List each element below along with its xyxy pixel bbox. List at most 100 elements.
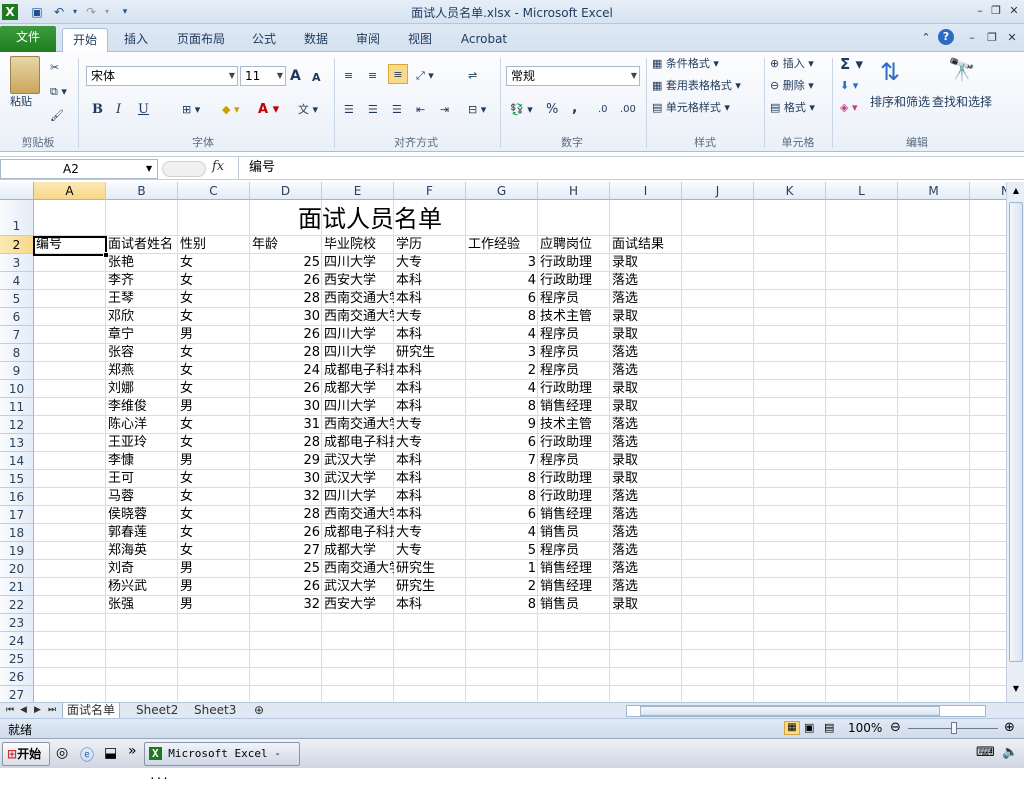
table-cell[interactable]: 程序员 (538, 344, 610, 362)
column-header-n[interactable]: N (970, 182, 1006, 200)
table-cell[interactable]: 录取 (610, 380, 682, 398)
format-as-table-button[interactable]: ▦ 套用表格格式 ▾ (652, 76, 741, 96)
table-cell[interactable]: 落选 (610, 524, 682, 542)
table-cell[interactable]: 落选 (610, 542, 682, 560)
ie-icon[interactable]: ⓔ (80, 745, 94, 765)
taskbar-excel-button[interactable]: X Microsoft Excel - ... (144, 742, 300, 782)
table-cell[interactable]: 本科 (394, 272, 466, 290)
table-cell[interactable]: 武汉大学 (322, 452, 394, 470)
underline-button[interactable]: U (138, 100, 149, 120)
table-cell[interactable]: 程序员 (538, 452, 610, 470)
table-cell[interactable]: 张艳 (106, 254, 178, 272)
row-header-3[interactable]: 3 (0, 254, 34, 272)
table-cell[interactable]: 落选 (610, 578, 682, 596)
find-select-button[interactable]: 查找和选择 (932, 92, 992, 112)
row-header-22[interactable]: 22 (0, 596, 34, 614)
normal-view-icon[interactable]: ▦ (784, 721, 800, 735)
table-cell[interactable]: 西南交通大学 (322, 290, 394, 308)
start-button[interactable]: ⊞开始 (2, 742, 50, 766)
table-cell[interactable]: 章宁 (106, 326, 178, 344)
table-cell[interactable]: 女 (178, 362, 250, 380)
table-cell[interactable]: 成都大学 (322, 380, 394, 398)
row-header-27[interactable]: 27 (0, 686, 34, 702)
column-header-m[interactable]: M (898, 182, 970, 200)
table-cell[interactable]: 刘娜 (106, 380, 178, 398)
workbook-minimize-icon[interactable]: – (964, 30, 980, 46)
table-cell[interactable]: 4 (466, 326, 538, 344)
delete-cells-button[interactable]: ⊖ 删除 ▾ (770, 76, 814, 96)
table-cell[interactable]: 落选 (610, 416, 682, 434)
table-cell[interactable]: 销售经理 (538, 398, 610, 416)
row-header-5[interactable]: 5 (0, 290, 34, 308)
table-cell[interactable]: 26 (250, 380, 322, 398)
chevron-down-icon[interactable]: ▼ (229, 67, 235, 85)
font-color-icon[interactable]: A ▾ (258, 100, 279, 120)
table-cell[interactable]: 李慷 (106, 452, 178, 470)
table-cell[interactable]: 录取 (610, 398, 682, 416)
table-cell[interactable]: 28 (250, 506, 322, 524)
column-header-i[interactable]: I (610, 182, 682, 200)
row-header-2[interactable]: 2 (0, 236, 34, 254)
row-header-11[interactable]: 11 (0, 398, 34, 416)
table-cell[interactable]: 四川大学 (322, 344, 394, 362)
tab-insert[interactable]: 插入 (114, 28, 158, 52)
increase-decimal-button[interactable]: .0 (598, 100, 608, 120)
row-header-19[interactable]: 19 (0, 542, 34, 560)
table-cell[interactable]: 25 (250, 254, 322, 272)
table-cell[interactable]: 王亚玲 (106, 434, 178, 452)
header-cell[interactable]: 年龄 (250, 236, 322, 254)
page-layout-view-icon[interactable]: ▣ (804, 721, 814, 734)
table-cell[interactable]: 26 (250, 272, 322, 290)
tab-data[interactable]: 数据 (296, 28, 336, 52)
header-cell[interactable]: 工作经验 (466, 236, 538, 254)
table-cell[interactable]: 30 (250, 308, 322, 326)
table-cell[interactable]: 女 (178, 344, 250, 362)
decrease-indent-icon[interactable]: ⇤ (416, 100, 425, 120)
orientation-icon[interactable]: ⤢ ▾ (416, 66, 434, 86)
table-cell[interactable]: 女 (178, 290, 250, 308)
table-cell[interactable]: 录取 (610, 452, 682, 470)
phonetic-icon[interactable]: 文 ▾ (298, 100, 318, 120)
zoom-slider-thumb[interactable] (951, 722, 957, 734)
workbook-close-icon[interactable]: ✕ (1004, 30, 1020, 46)
table-cell[interactable]: 24 (250, 362, 322, 380)
row-header-15[interactable]: 15 (0, 470, 34, 488)
table-cell[interactable]: 录取 (610, 308, 682, 326)
table-cell[interactable]: 大专 (394, 254, 466, 272)
row-header-6[interactable]: 6 (0, 308, 34, 326)
bold-button[interactable]: B (92, 100, 103, 120)
table-cell[interactable]: 西南交通大学 (322, 506, 394, 524)
header-cell[interactable]: 面试者姓名 (106, 236, 178, 254)
clear-icon[interactable]: ◈ ▾ (840, 98, 857, 118)
table-cell[interactable]: 落选 (610, 488, 682, 506)
tab-home[interactable]: 开始 (62, 28, 108, 52)
table-cell[interactable]: 录取 (610, 596, 682, 614)
table-cell[interactable]: 张强 (106, 596, 178, 614)
table-cell[interactable]: 男 (178, 578, 250, 596)
table-cell[interactable]: 程序员 (538, 542, 610, 560)
header-cell[interactable]: 应聘岗位 (538, 236, 610, 254)
table-cell[interactable]: 张容 (106, 344, 178, 362)
table-cell[interactable]: 女 (178, 254, 250, 272)
last-sheet-icon[interactable]: ⏭ (44, 703, 60, 719)
sheet-tab[interactable]: Sheet2 (132, 703, 182, 719)
table-cell[interactable]: 郭春莲 (106, 524, 178, 542)
chevron-down-icon[interactable]: ▼ (631, 67, 637, 85)
row-header-23[interactable]: 23 (0, 614, 34, 632)
table-cell[interactable]: 3 (466, 254, 538, 272)
column-header-b[interactable]: B (106, 182, 178, 200)
table-cell[interactable]: 31 (250, 416, 322, 434)
table-cell[interactable]: 技术主管 (538, 416, 610, 434)
row-header-17[interactable]: 17 (0, 506, 34, 524)
table-cell[interactable]: 30 (250, 470, 322, 488)
table-cell[interactable]: 2 (466, 578, 538, 596)
table-cell[interactable]: 女 (178, 416, 250, 434)
scroll-up-icon[interactable]: ▲ (1009, 184, 1023, 198)
table-cell[interactable]: 武汉大学 (322, 470, 394, 488)
table-cell[interactable]: 女 (178, 308, 250, 326)
fill-color-icon[interactable]: ◆ ▾ (222, 100, 239, 120)
sort-filter-icon[interactable]: ⇅ (880, 58, 900, 86)
table-cell[interactable]: 30 (250, 398, 322, 416)
row-header-20[interactable]: 20 (0, 560, 34, 578)
comma-button[interactable]: , (572, 98, 577, 118)
